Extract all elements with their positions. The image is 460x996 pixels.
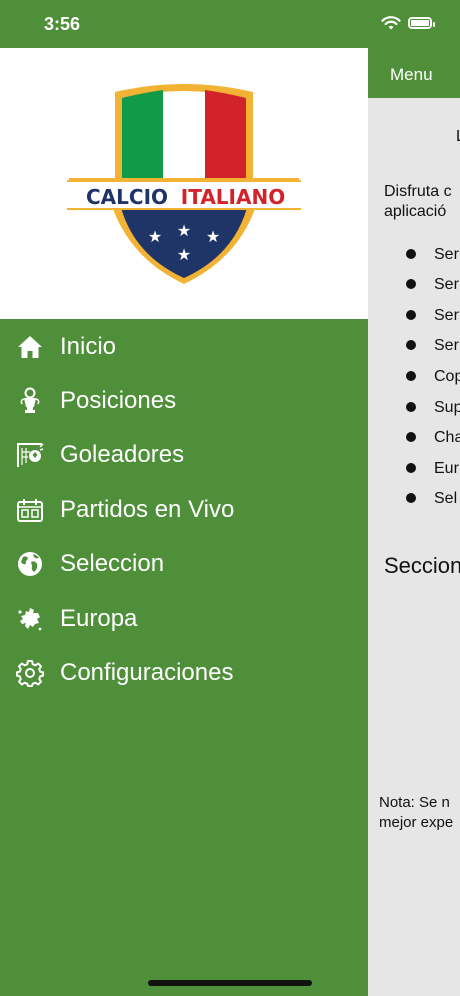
background-navbar: Menu [368,48,460,98]
side-drawer: CALCIO ITALIANO ★ ★ ★ ★ Inicio Posicione… [0,48,368,996]
list-item: Sel [434,490,458,507]
status-time: 3:56 [44,14,81,34]
menu-item-configuraciones[interactable]: Configuraciones [0,649,368,697]
note-text-line: Nota: Se n [379,794,450,811]
list-item: Ser [434,337,459,354]
star-icon: ★ [177,247,191,264]
logo-word-calcio: CALCIO [86,185,168,209]
star-icon: ★ [148,229,162,246]
trophy-icon [20,387,40,413]
menu-item-label: Inicio [60,333,117,360]
europe-map-icon [18,608,42,631]
menu-item-seleccion[interactable]: Seleccion [0,540,368,588]
bullet-dot [406,463,416,473]
menu-item-posiciones[interactable]: Posiciones [0,377,368,425]
status-bar: 3:56 [0,0,460,48]
bullet-dot [406,432,416,442]
list-item: Ser [434,307,459,324]
list-item: Cop [434,368,460,385]
list-item: Eur [434,460,459,477]
bullet-dot [406,402,416,412]
bullet-dot [406,249,416,259]
intro-text-line: aplicació [384,203,447,220]
goal-net-icon [17,443,44,467]
calcio-italiano-logo: CALCIO ITALIANO ★ ★ ★ ★ [67,84,301,284]
intro-text-line: Disfruta c [384,183,452,200]
menu-button[interactable]: Menu [390,65,433,85]
logo-header: CALCIO ITALIANO ★ ★ ★ ★ [0,48,368,319]
globe-icon [18,552,42,576]
gear-icon [16,660,44,687]
list-item: Cha [434,429,460,446]
background-heading: L [456,128,460,146]
star-icon: ★ [206,229,220,246]
menu-item-label: Partidos en Vivo [60,496,235,523]
bullet-dot [406,340,416,350]
menu-item-partidos-en-vivo[interactable]: Partidos en Vivo [0,486,368,534]
list-item: Sup [434,399,460,416]
background-screen: Menu L Disfruta c aplicació Ser Ser Ser … [368,48,460,996]
section-title: Seccion [384,553,460,578]
logo-word-italiano: ITALIANO [181,185,285,209]
menu-item-label: Seleccion [60,550,165,577]
menu-item-europa[interactable]: Europa [0,595,368,643]
bullet-dot [406,279,416,289]
menu-item-inicio[interactable]: Inicio [0,323,368,371]
bullet-dot [406,310,416,320]
menu-item-label: Goleadores [60,441,185,468]
star-icon: ★ [177,223,191,240]
wifi-icon [381,16,401,30]
list-item: Ser [434,276,459,293]
battery-icon [408,17,435,29]
home-icon [18,336,42,358]
bullet-dot [406,493,416,503]
menu-item-label: Europa [60,605,138,632]
menu-item-label: Configuraciones [60,659,234,686]
scoreboard-icon [17,499,43,522]
menu-item-goleadores[interactable]: Goleadores [0,431,368,479]
menu-item-label: Posiciones [60,387,177,414]
bullet-dot [406,371,416,381]
list-item: Ser [434,246,459,263]
note-text-line: mejor expe [379,814,454,831]
home-indicator[interactable] [148,980,312,986]
